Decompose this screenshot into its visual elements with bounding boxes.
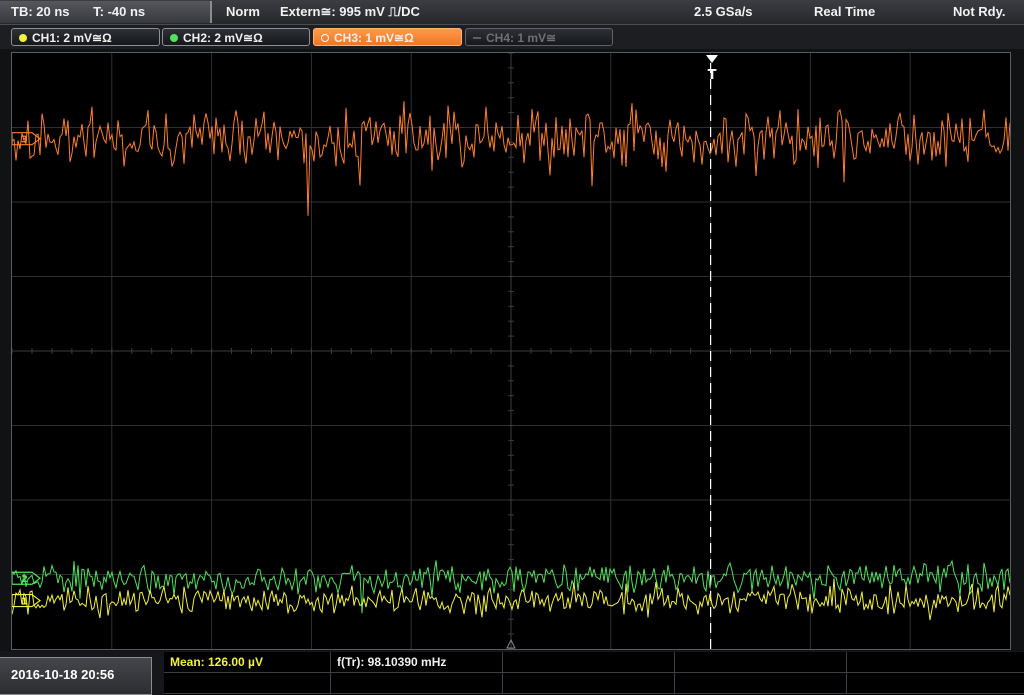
channel-1-color-icon — [19, 34, 27, 42]
measurement-slot[interactable] — [675, 652, 847, 673]
channel-3-tab[interactable]: CH3: 1 mV≅Ω — [313, 28, 462, 46]
measurement-slot[interactable] — [675, 673, 847, 694]
trigger-source[interactable]: Extern≅: 995 mV ⎍/DC — [280, 1, 420, 23]
channel-3-label: CH3: 1 mV≅Ω — [334, 31, 414, 45]
timebase-value: TB: 20 ns — [11, 4, 70, 19]
measurement-slot[interactable] — [503, 652, 675, 673]
run-state: Not Rdy. — [953, 4, 1006, 19]
channel-markers: 3 2 1 — [12, 132, 41, 608]
measurement-slot[interactable] — [164, 673, 331, 694]
graticule — [12, 53, 1010, 649]
svg-text:3: 3 — [21, 135, 28, 146]
channel-4-label: CH4: 1 mV≅ — [486, 31, 557, 45]
measurement-slot[interactable] — [503, 673, 675, 694]
frequency-measurement[interactable]: f(Tr): 98.10390 mHz — [331, 652, 503, 673]
trigger-marker-label: T — [708, 68, 717, 83]
timebase-panel[interactable]: TB: 20 ns T: -40 ns — [0, 1, 212, 23]
channel-2-color-icon — [170, 34, 178, 42]
channel-tabs: CH1: 2 mV≅Ω CH2: 2 mV≅Ω CH3: 1 mV≅Ω CH4:… — [0, 25, 1024, 49]
channel-2-tab[interactable]: CH2: 2 mV≅Ω — [162, 28, 310, 46]
bottom-bar: 2016-10-18 20:56 Mean: 126.00 µV f(Tr): … — [0, 651, 1024, 695]
svg-text:2: 2 — [21, 574, 28, 585]
trigger-marker[interactable]: T — [706, 55, 718, 83]
channel-1-tab[interactable]: CH1: 2 mV≅Ω — [11, 28, 160, 46]
channel-1-label: CH1: 2 mV≅Ω — [32, 31, 112, 45]
trigger-offset-value: T: -40 ns — [93, 4, 146, 19]
date-time: 2016-10-18 20:56 — [0, 657, 152, 695]
acquisition-mode[interactable]: Real Time — [814, 1, 875, 23]
channel-4-tab[interactable]: CH4: 1 mV≅ — [465, 28, 613, 46]
channel-4-off-icon — [473, 37, 481, 39]
mean-measurement[interactable]: Mean: 126.00 µV — [164, 652, 331, 673]
measurement-slot[interactable] — [331, 673, 503, 694]
ch1-marker-icon: 1 — [12, 593, 41, 608]
sample-rate: 2.5 GSa/s — [694, 4, 753, 19]
status-bar: TB: 20 ns T: -40 ns Norm Extern≅: 995 mV… — [0, 0, 1024, 25]
channel-2-label: CH2: 2 mV≅Ω — [183, 31, 263, 45]
measurement-table[interactable]: Mean: 126.00 µV f(Tr): 98.10390 mHz — [164, 652, 1024, 695]
svg-text:1: 1 — [21, 597, 28, 608]
trigger-mode[interactable]: Norm — [226, 1, 260, 23]
waveform-canvas: 3 2 1 T — [12, 53, 1010, 649]
measurement-slot[interactable] — [847, 673, 1024, 694]
waveform-display[interactable]: 3 2 1 T — [11, 52, 1011, 650]
channel-3-color-icon — [321, 34, 329, 42]
measurement-slot[interactable] — [847, 652, 1024, 673]
